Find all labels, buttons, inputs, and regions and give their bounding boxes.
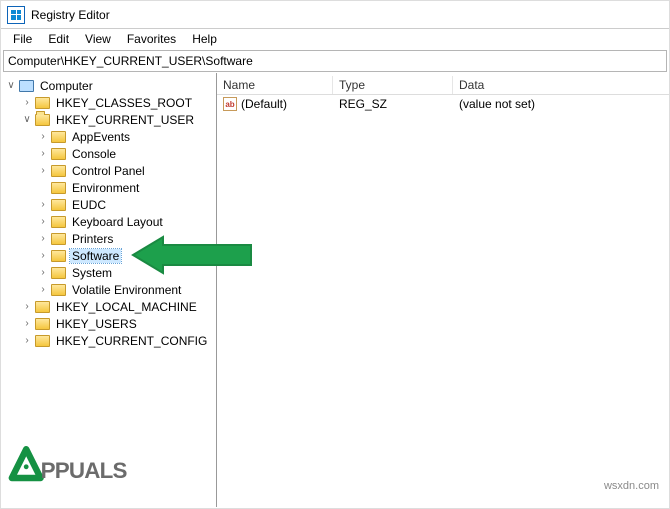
expand-icon-right[interactable]: › [35, 197, 51, 213]
tree-volatile[interactable]: Volatile Environment [70, 283, 183, 297]
tree-printers[interactable]: Printers [70, 232, 115, 246]
value-data: (value not set) [453, 97, 669, 111]
expand-icon-right[interactable]: › [35, 231, 51, 247]
folder-icon [35, 301, 50, 313]
folder-open-icon [35, 114, 50, 126]
address-input[interactable] [8, 54, 662, 68]
expand-icon-right[interactable]: › [19, 316, 35, 332]
folder-icon [51, 199, 66, 211]
tree-hkcr[interactable]: HKEY_CLASSES_ROOT [54, 96, 194, 110]
string-value-icon: ab [223, 97, 237, 111]
list-header: Name Type Data [217, 73, 669, 95]
expand-icon[interactable]: ∨ [19, 112, 35, 128]
expand-icon-right[interactable]: › [35, 248, 51, 264]
expand-icon-right[interactable]: › [35, 214, 51, 230]
expand-icon-right[interactable]: › [35, 146, 51, 162]
expand-icon-right[interactable]: › [19, 299, 35, 315]
watermark-icon: PPUALS [7, 444, 167, 496]
value-name: (Default) [241, 97, 287, 111]
menu-bar: File Edit View Favorites Help [1, 29, 669, 49]
tree-root-computer[interactable]: Computer [38, 79, 95, 93]
tree-keyboardlayout[interactable]: Keyboard Layout [70, 215, 165, 229]
folder-icon [51, 250, 66, 262]
regedit-icon [7, 6, 25, 24]
folder-icon [51, 284, 66, 296]
folder-icon [35, 318, 50, 330]
computer-icon [19, 80, 34, 92]
menu-view[interactable]: View [77, 31, 119, 47]
column-data[interactable]: Data [453, 76, 669, 94]
folder-icon [51, 267, 66, 279]
tree-appevents[interactable]: AppEvents [70, 130, 132, 144]
tree-system[interactable]: System [70, 266, 114, 280]
list-view[interactable]: Name Type Data ab (Default) REG_SZ (valu… [217, 73, 669, 507]
folder-icon [51, 148, 66, 160]
value-type: REG_SZ [333, 97, 453, 111]
folder-icon [35, 97, 50, 109]
tree-hkcc[interactable]: HKEY_CURRENT_CONFIG [54, 334, 209, 348]
expand-icon-right[interactable]: › [35, 282, 51, 298]
credit-label: wsxdn.com [604, 480, 659, 492]
folder-icon [51, 233, 66, 245]
svg-text:PPUALS: PPUALS [41, 458, 128, 483]
tree-environment[interactable]: Environment [70, 181, 141, 195]
address-bar[interactable] [3, 50, 667, 72]
tree-hku[interactable]: HKEY_USERS [54, 317, 139, 331]
folder-icon [51, 165, 66, 177]
menu-favorites[interactable]: Favorites [119, 31, 184, 47]
folder-icon [51, 216, 66, 228]
expand-icon[interactable]: ∨ [3, 78, 19, 94]
folder-icon [51, 182, 66, 194]
tree-hklm[interactable]: HKEY_LOCAL_MACHINE [54, 300, 199, 314]
tree-eudc[interactable]: EUDC [70, 198, 108, 212]
no-expand-icon: · [35, 180, 51, 196]
expand-icon-right[interactable]: › [35, 163, 51, 179]
list-row[interactable]: ab (Default) REG_SZ (value not set) [217, 95, 669, 113]
folder-icon [35, 335, 50, 347]
column-name[interactable]: Name [217, 76, 333, 94]
menu-edit[interactable]: Edit [40, 31, 77, 47]
tree-console[interactable]: Console [70, 147, 118, 161]
expand-icon-right[interactable]: › [19, 333, 35, 349]
tree-view[interactable]: ∨ Computer › HKEY_CLASSES_ROOT ∨ HKEY_CU… [1, 73, 217, 507]
menu-file[interactable]: File [5, 31, 40, 47]
folder-icon [51, 131, 66, 143]
expand-icon-right[interactable]: › [35, 129, 51, 145]
expand-icon-right[interactable]: › [35, 265, 51, 281]
expand-icon-right[interactable]: › [19, 95, 35, 111]
tree-software[interactable]: Software [70, 249, 121, 263]
column-type[interactable]: Type [333, 76, 453, 94]
window-title: Registry Editor [31, 8, 110, 22]
tree-controlpanel[interactable]: Control Panel [70, 164, 147, 178]
tree-hkcu[interactable]: HKEY_CURRENT_USER [54, 113, 196, 127]
title-bar: Registry Editor [1, 1, 669, 29]
menu-help[interactable]: Help [184, 31, 225, 47]
